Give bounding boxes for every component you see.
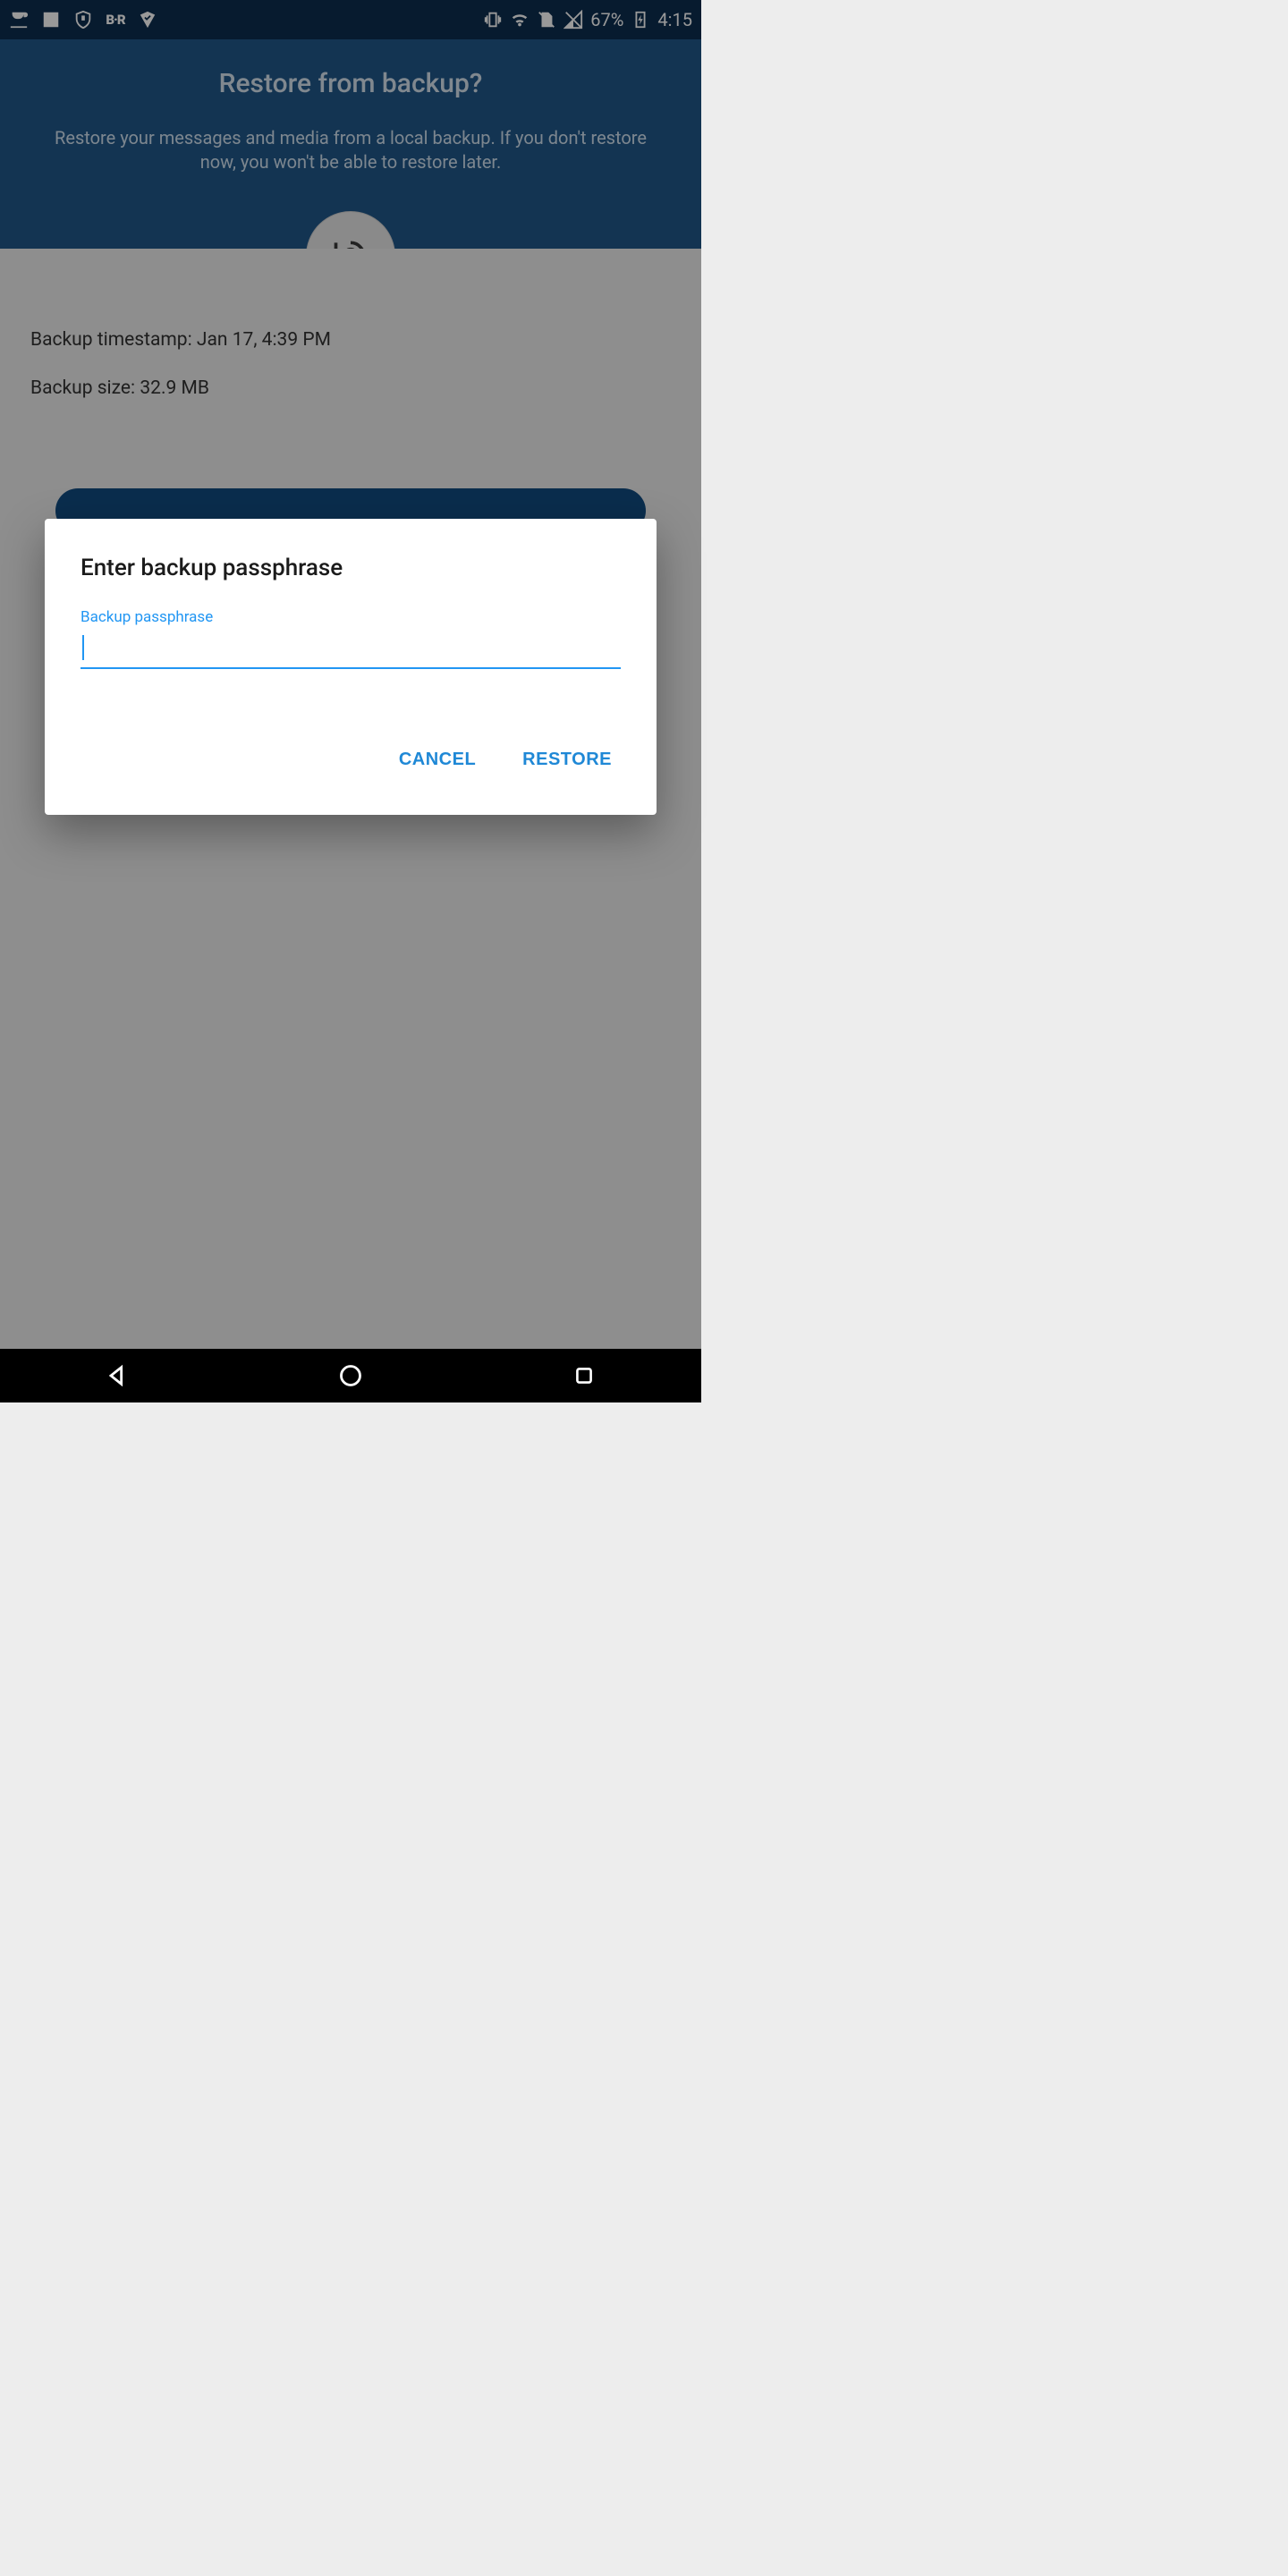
home-button[interactable]: [333, 1358, 369, 1394]
nav-bar: [0, 1349, 701, 1402]
restore-button[interactable]: RESTORE: [517, 741, 617, 779]
dialog-actions: CANCEL RESTORE: [80, 732, 621, 797]
passphrase-dialog: Enter backup passphrase Backup passphras…: [45, 519, 657, 815]
dialog-title: Enter backup passphrase: [80, 555, 621, 581]
back-button[interactable]: [99, 1358, 135, 1394]
text-caret: [82, 635, 84, 660]
cancel-button[interactable]: CANCEL: [394, 741, 481, 779]
passphrase-field-label: Backup passphrase: [80, 608, 621, 626]
recent-button[interactable]: [566, 1358, 602, 1394]
passphrase-input[interactable]: [80, 630, 621, 669]
